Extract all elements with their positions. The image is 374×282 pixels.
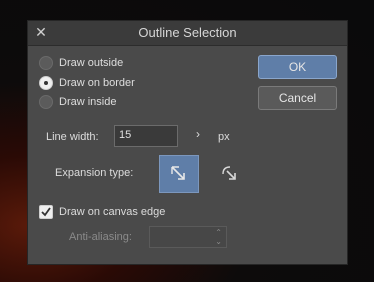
radio-button[interactable] — [39, 76, 53, 90]
radio-draw-on-border[interactable]: Draw on border — [39, 75, 135, 91]
expand-round-corner-button[interactable] — [210, 155, 250, 193]
expansion-type-label: Expansion type: — [55, 167, 134, 179]
line-width-input[interactable]: 15 — [114, 125, 178, 147]
expand-square-corner-icon — [171, 166, 185, 180]
chevron-right-icon[interactable]: › — [196, 127, 200, 141]
canvas-edge-checkbox[interactable] — [39, 205, 53, 219]
outline-selection-dialog: ✕ Outline Selection Draw outside Draw on… — [27, 20, 348, 265]
line-width-label: Line width: — [46, 131, 99, 143]
ok-button[interactable]: OK — [258, 55, 337, 79]
radio-label: Draw inside — [59, 96, 117, 108]
cancel-button[interactable]: Cancel — [258, 86, 337, 110]
radio-button[interactable] — [39, 56, 53, 70]
spin-arrows-icon: ⌃ ⌄ — [215, 228, 222, 246]
radio-button[interactable] — [39, 95, 53, 109]
expand-square-corner-button[interactable] — [159, 155, 199, 193]
line-width-unit: px — [218, 131, 230, 143]
radio-draw-outside[interactable]: Draw outside — [39, 55, 123, 71]
expand-round-corner-icon — [222, 166, 236, 180]
radio-label: Draw outside — [59, 57, 124, 69]
anti-aliasing-label: Anti-aliasing: — [69, 231, 132, 243]
radio-label: Draw on border — [59, 77, 135, 89]
checkmark-icon — [41, 207, 51, 217]
dialog-title: Outline Selection — [138, 25, 237, 40]
titlebar: ✕ Outline Selection — [28, 21, 347, 46]
radio-draw-inside[interactable]: Draw inside — [39, 94, 116, 110]
canvas-edge-label: Draw on canvas edge — [59, 206, 166, 218]
anti-aliasing-select[interactable]: ⌃ ⌄ — [149, 226, 227, 248]
